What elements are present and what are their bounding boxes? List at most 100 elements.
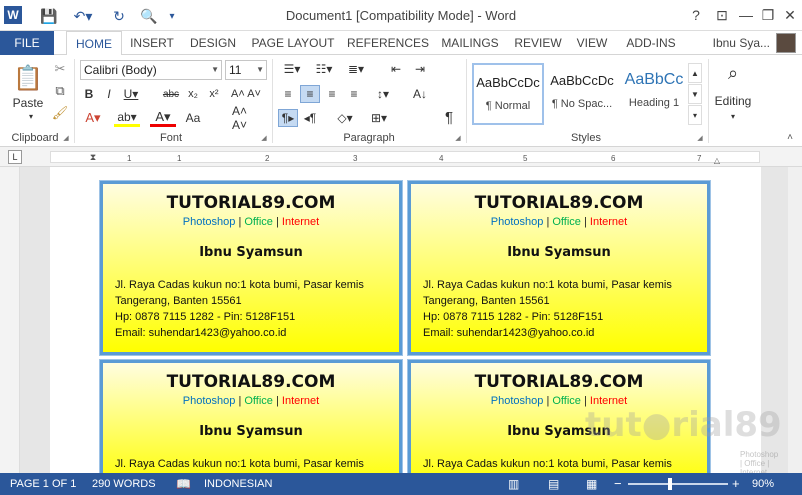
cut-icon[interactable]: ✂ xyxy=(52,60,68,78)
read-mode-icon[interactable]: ▥ xyxy=(508,473,519,495)
subscript-icon[interactable]: x₂ xyxy=(184,85,202,103)
tab-insert[interactable]: INSERT xyxy=(125,31,179,55)
right-indent-marker-icon[interactable]: △ xyxy=(712,155,722,165)
multilevel-list-icon[interactable]: ≣▾ xyxy=(342,60,370,78)
editing-dropdown-icon[interactable]: ▾ xyxy=(728,111,738,121)
proofing-icon[interactable]: 📖 xyxy=(176,473,191,495)
document-page[interactable]: TUTORIAL89.COM Photoshop | Office | Inte… xyxy=(50,167,782,491)
copy-icon[interactable]: ⧉ xyxy=(52,82,68,100)
font-size-value: 11 xyxy=(229,63,242,77)
close-button[interactable]: ✕ xyxy=(778,4,802,26)
align-right-icon[interactable]: ≡ xyxy=(322,85,342,103)
card-title: TUTORIAL89.COM xyxy=(166,372,336,392)
clear-formatting-icon[interactable]: A˄ A˅ xyxy=(232,104,264,132)
tab-file[interactable]: FILE xyxy=(0,31,54,55)
highlight-icon[interactable]: ab▾ xyxy=(114,109,140,127)
numbering-icon[interactable]: ☷▾ xyxy=(310,60,338,78)
language-indicator[interactable]: INDONESIAN xyxy=(204,473,272,495)
justify-icon[interactable]: ≡ xyxy=(344,85,364,103)
user-name[interactable]: Ibnu Sya... xyxy=(713,31,770,55)
style-no-spacing[interactable]: AaBbCcDc ¶ No Spac... xyxy=(546,63,618,125)
zoom-level[interactable]: 90% xyxy=(752,473,774,495)
bold-icon[interactable]: B xyxy=(80,85,98,103)
tab-references[interactable]: REFERENCES xyxy=(346,31,430,55)
show-formatting-marks-icon[interactable]: ¶ xyxy=(438,107,460,127)
business-card[interactable]: TUTORIAL89.COM Photoshop | Office | Inte… xyxy=(407,180,711,356)
align-left-icon[interactable]: ≡ xyxy=(278,85,298,103)
business-card[interactable]: TUTORIAL89.COM Photoshop | Office | Inte… xyxy=(99,180,403,356)
editing-button[interactable]: Editing xyxy=(712,93,754,109)
style-normal[interactable]: AaBbCcDc ¶ Normal xyxy=(472,63,544,125)
rtl-icon[interactable]: ◂¶ xyxy=(300,109,320,127)
zoom-out-button[interactable]: − xyxy=(614,473,622,495)
strikethrough-icon[interactable]: abc xyxy=(160,85,182,103)
tab-mailings[interactable]: MAILINGS xyxy=(436,31,504,55)
link-separator: | xyxy=(238,216,242,228)
paste-dropdown-icon[interactable]: ▾ xyxy=(26,111,36,121)
paragraph-launcher-icon[interactable]: ◢ xyxy=(454,134,462,142)
decrease-indent-icon[interactable]: ⇤ xyxy=(386,60,406,78)
word-count[interactable]: 290 WORDS xyxy=(92,473,156,495)
ltr-icon[interactable]: ¶▸ xyxy=(278,109,298,127)
link-photoshop: Photoshop xyxy=(182,216,236,228)
collapse-ribbon-icon[interactable]: ˄ xyxy=(784,131,796,143)
restore-button[interactable]: ❐ xyxy=(756,4,780,26)
card-links: Photoshop | Office | Internet xyxy=(411,216,707,228)
paste-icon[interactable]: 📋 xyxy=(12,61,44,95)
change-case-icon[interactable]: Aa xyxy=(184,109,202,127)
tab-add-ins[interactable]: ADD-INS xyxy=(620,31,682,55)
business-card[interactable]: TUTORIAL89.COM Photoshop | Office | Inte… xyxy=(99,359,403,491)
email-line: Email: suhendar1423@yahoo.co.id xyxy=(115,327,287,339)
binoculars-icon[interactable]: ⌕ xyxy=(720,61,746,85)
font-color-icon[interactable]: A▾ xyxy=(150,109,176,127)
zoom-slider[interactable] xyxy=(628,483,728,485)
styles-more-icon[interactable]: ▾ xyxy=(688,105,702,125)
font-size-adjust-icons[interactable]: A˄ A˅ xyxy=(228,85,264,103)
avatar[interactable] xyxy=(776,33,796,53)
vertical-ruler[interactable] xyxy=(0,167,20,473)
page-count[interactable]: PAGE 1 OF 1 xyxy=(10,473,76,495)
font-name-field[interactable]: Calibri (Body) ▼ xyxy=(80,60,222,80)
tab-view[interactable]: VIEW xyxy=(572,31,612,55)
ribbon-display-options-icon[interactable]: ⊡ xyxy=(710,4,734,26)
font-launcher-icon[interactable]: ◢ xyxy=(260,134,268,142)
print-layout-icon[interactable]: ▤ xyxy=(548,473,559,495)
tab-page-layout[interactable]: PAGE LAYOUT xyxy=(248,31,338,55)
card-address: Jl. Raya Cadas kukun no:1 kota bumi, Pas… xyxy=(411,456,707,472)
styles-scroll-down-icon[interactable]: ▼ xyxy=(688,84,702,104)
address-line: Jl. Raya Cadas kukun no:1 kota bumi, Pas… xyxy=(423,458,672,470)
ruler-strip[interactable]: 1 1 2 3 4 5 6 7 xyxy=(50,151,760,163)
indent-marker-icon[interactable]: ⧗ xyxy=(88,147,98,167)
horizontal-ruler[interactable]: L 1 1 2 3 4 5 6 7 ⧗ △ xyxy=(0,147,802,167)
styles-scroll-up-icon[interactable]: ▲ xyxy=(688,63,702,83)
format-painter-icon[interactable]: 🖌 xyxy=(52,104,69,122)
borders-icon[interactable]: ⊞▾ xyxy=(366,109,392,127)
bullets-icon[interactable]: ☰▾ xyxy=(278,60,306,78)
style-name: Heading 1 xyxy=(628,97,680,109)
style-heading-1[interactable]: AaBbCc Heading 1 xyxy=(618,63,690,125)
underline-icon[interactable]: U▾ xyxy=(120,85,142,103)
line-spacing-icon[interactable]: ↕▾ xyxy=(370,85,396,103)
tab-review[interactable]: REVIEW xyxy=(510,31,566,55)
shading-icon[interactable]: ◇▾ xyxy=(332,109,358,127)
clipboard-launcher-icon[interactable]: ◢ xyxy=(62,134,70,142)
vertical-scrollbar[interactable] xyxy=(788,167,802,473)
styles-launcher-icon[interactable]: ◢ xyxy=(696,134,704,142)
tab-home[interactable]: HOME xyxy=(66,31,122,56)
minimize-button[interactable]: — xyxy=(734,4,758,26)
link-office: Office xyxy=(244,216,273,228)
increase-indent-icon[interactable]: ⇥ xyxy=(410,60,430,78)
italic-icon[interactable]: I xyxy=(100,85,118,103)
font-size-field[interactable]: 11 ▼ xyxy=(225,60,267,80)
superscript-icon[interactable]: x² xyxy=(205,85,223,103)
tab-design[interactable]: DESIGN xyxy=(184,31,242,55)
zoom-slider-handle[interactable] xyxy=(668,478,672,490)
paste-button[interactable]: Paste xyxy=(10,95,46,111)
help-button[interactable]: ? xyxy=(684,4,708,26)
align-center-icon[interactable]: ≡ xyxy=(300,85,320,103)
web-layout-icon[interactable]: ▦ xyxy=(586,473,597,495)
sort-icon[interactable]: A↓ xyxy=(410,85,430,103)
zoom-in-button[interactable]: + xyxy=(732,473,740,495)
text-effects-icon[interactable]: A▾ xyxy=(82,109,104,127)
tab-selector-icon[interactable]: L xyxy=(8,150,22,164)
